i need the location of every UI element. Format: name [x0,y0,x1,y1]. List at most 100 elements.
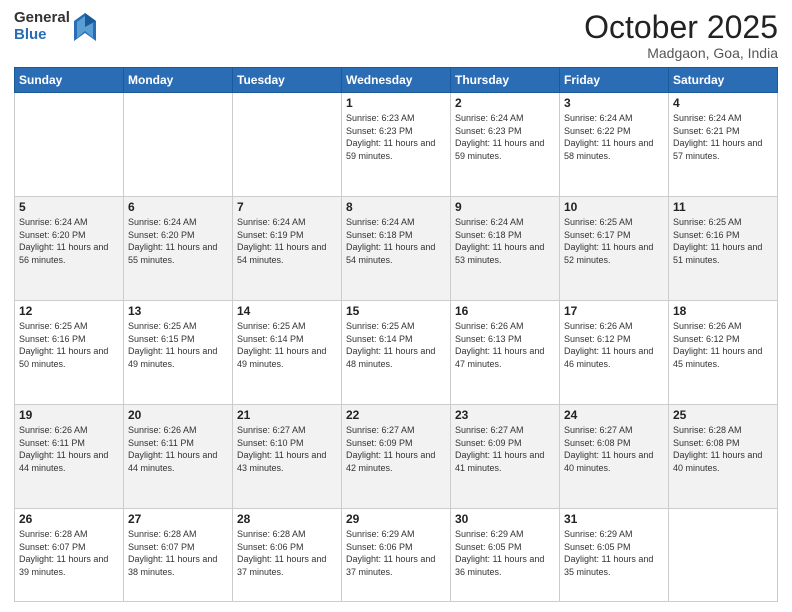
calendar-cell: 4Sunrise: 6:24 AMSunset: 6:21 PMDaylight… [669,93,778,197]
calendar-week-row: 12 Sunrise: 6:25 AMSunset: 6:16 PMDayligh… [15,301,778,405]
calendar-week-row: 26 Sunrise: 6:28 AMSunset: 6:07 PMDayligh… [15,508,778,601]
day-number: 4 [673,96,773,110]
day-number: 23 [455,408,555,422]
day-number: 25 [673,408,773,422]
calendar-cell: 26 Sunrise: 6:28 AMSunset: 6:07 PMDayligh… [15,508,124,601]
cell-info: Sunrise: 6:24 AMSunset: 6:18 PMDaylight:… [455,216,555,266]
day-number: 26 [19,512,119,526]
title-block: October 2025 Madgaon, Goa, India [584,10,778,61]
weekday-header: Thursday [451,68,560,93]
calendar-cell: 10 Sunrise: 6:25 AMSunset: 6:17 PMDayligh… [560,197,669,301]
calendar-cell: 31 Sunrise: 6:29 AMSunset: 6:05 PMDayligh… [560,508,669,601]
day-number: 20 [128,408,228,422]
day-number: 29 [346,512,446,526]
day-number: 24 [564,408,664,422]
day-number: 14 [237,304,337,318]
day-number: 17 [564,304,664,318]
calendar-cell: 13 Sunrise: 6:25 AMSunset: 6:15 PMDayligh… [124,301,233,405]
calendar-cell [669,508,778,601]
cell-info: Sunrise: 6:26 AMSunset: 6:11 PMDaylight:… [19,424,119,474]
calendar-cell: 15Sunrise: 6:25 AMSunset: 6:14 PMDayligh… [342,301,451,405]
weekday-header: Friday [560,68,669,93]
calendar-cell [124,93,233,197]
calendar-cell: 8Sunrise: 6:24 AMSunset: 6:18 PMDaylight… [342,197,451,301]
cell-info: Sunrise: 6:29 AMSunset: 6:05 PMDaylight:… [564,528,664,578]
cell-info: Sunrise: 6:24 AMSunset: 6:22 PMDaylight:… [564,112,664,162]
cell-info: Sunrise: 6:28 AMSunset: 6:07 PMDaylight:… [19,528,119,578]
calendar-cell: 1Sunrise: 6:23 AMSunset: 6:23 PMDaylight… [342,93,451,197]
day-number: 22 [346,408,446,422]
calendar-cell: 12 Sunrise: 6:25 AMSunset: 6:16 PMDayligh… [15,301,124,405]
weekday-header: Monday [124,68,233,93]
calendar-cell: 17 Sunrise: 6:26 AMSunset: 6:12 PMDayligh… [560,301,669,405]
cell-info: Sunrise: 6:27 AMSunset: 6:09 PMDaylight:… [455,424,555,474]
cell-info: Sunrise: 6:27 AMSunset: 6:08 PMDaylight:… [564,424,664,474]
header: General Blue October 2025 Madgaon, Goa, … [14,10,778,61]
calendar-cell: 24 Sunrise: 6:27 AMSunset: 6:08 PMDayligh… [560,405,669,509]
calendar-cell: 22 Sunrise: 6:27 AMSunset: 6:09 PMDayligh… [342,405,451,509]
cell-info: Sunrise: 6:25 AMSunset: 6:17 PMDaylight:… [564,216,664,266]
day-number: 19 [19,408,119,422]
calendar-week-row: 5Sunrise: 6:24 AMSunset: 6:20 PMDaylight… [15,197,778,301]
calendar-week-row: 19 Sunrise: 6:26 AMSunset: 6:11 PMDayligh… [15,405,778,509]
day-number: 10 [564,200,664,214]
cell-info: Sunrise: 6:25 AMSunset: 6:16 PMDaylight:… [673,216,773,266]
calendar-cell: 16 Sunrise: 6:26 AMSunset: 6:13 PMDayligh… [451,301,560,405]
calendar-week-row: 1Sunrise: 6:23 AMSunset: 6:23 PMDaylight… [15,93,778,197]
cell-info: Sunrise: 6:25 AMSunset: 6:16 PMDaylight:… [19,320,119,370]
page: General Blue October 2025 Madgaon, Goa, … [0,0,792,612]
cell-info: Sunrise: 6:27 AMSunset: 6:10 PMDaylight:… [237,424,337,474]
cell-info: Sunrise: 6:26 AMSunset: 6:12 PMDaylight:… [673,320,773,370]
cell-info: Sunrise: 6:24 AMSunset: 6:23 PMDaylight:… [455,112,555,162]
calendar-cell: 7Sunrise: 6:24 AMSunset: 6:19 PMDaylight… [233,197,342,301]
calendar-table: SundayMondayTuesdayWednesdayThursdayFrid… [14,67,778,602]
cell-info: Sunrise: 6:29 AMSunset: 6:06 PMDaylight:… [346,528,446,578]
day-number: 28 [237,512,337,526]
calendar-header-row: SundayMondayTuesdayWednesdayThursdayFrid… [15,68,778,93]
day-number: 18 [673,304,773,318]
weekday-header: Tuesday [233,68,342,93]
weekday-header: Wednesday [342,68,451,93]
day-number: 27 [128,512,228,526]
day-number: 13 [128,304,228,318]
calendar-cell: 6 Sunrise: 6:24 AMSunset: 6:20 PMDaylight… [124,197,233,301]
calendar-cell: 20 Sunrise: 6:26 AMSunset: 6:11 PMDayligh… [124,405,233,509]
cell-info: Sunrise: 6:24 AMSunset: 6:20 PMDaylight:… [128,216,228,266]
day-number: 6 [128,200,228,214]
day-number: 16 [455,304,555,318]
day-number: 15 [346,304,446,318]
cell-info: Sunrise: 6:27 AMSunset: 6:09 PMDaylight:… [346,424,446,474]
day-number: 1 [346,96,446,110]
location: Madgaon, Goa, India [584,45,778,61]
cell-info: Sunrise: 6:26 AMSunset: 6:13 PMDaylight:… [455,320,555,370]
day-number: 7 [237,200,337,214]
calendar-cell: 27 Sunrise: 6:28 AMSunset: 6:07 PMDayligh… [124,508,233,601]
calendar-cell: 18 Sunrise: 6:26 AMSunset: 6:12 PMDayligh… [669,301,778,405]
logo-general-text: General [14,10,70,27]
calendar-cell: 2Sunrise: 6:24 AMSunset: 6:23 PMDaylight… [451,93,560,197]
calendar-cell: 19 Sunrise: 6:26 AMSunset: 6:11 PMDayligh… [15,405,124,509]
day-number: 12 [19,304,119,318]
calendar-cell: 25Sunrise: 6:28 AMSunset: 6:08 PMDayligh… [669,405,778,509]
day-number: 30 [455,512,555,526]
cell-info: Sunrise: 6:28 AMSunset: 6:07 PMDaylight:… [128,528,228,578]
calendar-cell: 11Sunrise: 6:25 AMSunset: 6:16 PMDayligh… [669,197,778,301]
cell-info: Sunrise: 6:24 AMSunset: 6:20 PMDaylight:… [19,216,119,266]
cell-info: Sunrise: 6:26 AMSunset: 6:11 PMDaylight:… [128,424,228,474]
calendar-cell: 28Sunrise: 6:28 AMSunset: 6:06 PMDayligh… [233,508,342,601]
calendar-cell: 30Sunrise: 6:29 AMSunset: 6:05 PMDayligh… [451,508,560,601]
weekday-header: Sunday [15,68,124,93]
cell-info: Sunrise: 6:24 AMSunset: 6:18 PMDaylight:… [346,216,446,266]
logo-icon [74,13,96,41]
day-number: 31 [564,512,664,526]
calendar-cell [233,93,342,197]
cell-info: Sunrise: 6:25 AMSunset: 6:15 PMDaylight:… [128,320,228,370]
logo-blue-text: Blue [14,27,70,44]
calendar-cell: 21 Sunrise: 6:27 AMSunset: 6:10 PMDayligh… [233,405,342,509]
calendar-cell: 29 Sunrise: 6:29 AMSunset: 6:06 PMDayligh… [342,508,451,601]
calendar-cell [15,93,124,197]
day-number: 21 [237,408,337,422]
weekday-header: Saturday [669,68,778,93]
cell-info: Sunrise: 6:26 AMSunset: 6:12 PMDaylight:… [564,320,664,370]
logo: General Blue [14,10,96,43]
